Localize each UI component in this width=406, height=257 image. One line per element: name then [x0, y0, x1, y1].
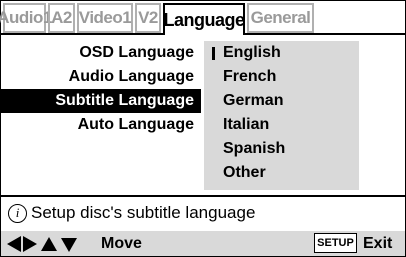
setting-labels: OSD Language Audio Language Subtitle Lan…: [1, 41, 201, 137]
tab-divider-left: [1, 33, 163, 35]
tab-a2[interactable]: A2: [48, 3, 75, 33]
setup-button[interactable]: SETUP: [314, 233, 357, 253]
option-english[interactable]: English: [204, 41, 359, 65]
option-label: English: [223, 44, 281, 61]
footer-bar: Move SETUP Exit: [1, 231, 405, 256]
osd-language-item[interactable]: OSD Language: [1, 41, 201, 65]
option-italian[interactable]: Italian: [204, 113, 359, 137]
option-german[interactable]: German: [204, 89, 359, 113]
info-icon: i: [8, 203, 27, 223]
help-text: Setup disc's subtitle language: [31, 203, 256, 222]
tab-v2[interactable]: V2: [135, 3, 161, 33]
left-arrow-icon: [7, 236, 21, 252]
tab-video1[interactable]: Video1: [77, 3, 133, 33]
option-label: German: [223, 92, 284, 109]
exit-label: Exit: [363, 235, 393, 252]
tab-language[interactable]: Language: [163, 3, 245, 35]
tab-bar: Audio1 A2 Video1 V2 Language General: [0, 3, 316, 35]
setup-menu-screen: Audio1 A2 Video1 V2 Language General OSD…: [0, 0, 406, 257]
auto-language-item[interactable]: Auto Language: [1, 113, 201, 137]
help-line: i Setup disc's subtitle language: [8, 199, 255, 227]
right-arrow-icon: [23, 236, 37, 252]
option-label: Spanish: [223, 140, 286, 157]
option-french[interactable]: French: [204, 65, 359, 89]
help-divider: [1, 195, 405, 197]
language-options-list: English French German Italian Spanish Ot…: [204, 41, 359, 190]
move-label: Move: [101, 235, 142, 252]
option-spanish[interactable]: Spanish: [204, 137, 359, 161]
option-other[interactable]: Other: [204, 161, 359, 185]
tab-general[interactable]: General: [247, 3, 314, 33]
audio-language-item[interactable]: Audio Language: [1, 65, 201, 89]
down-arrow-icon: [61, 238, 77, 252]
navigation-arrows-icon: [7, 236, 77, 252]
option-label: Other: [223, 164, 266, 181]
subtitle-language-item[interactable]: Subtitle Language: [1, 89, 201, 113]
option-label: French: [223, 68, 277, 85]
tab-audio1[interactable]: Audio1: [0, 3, 52, 33]
up-arrow-icon: [41, 237, 57, 251]
arrow-keys: [7, 235, 95, 253]
tab-divider-right: [245, 33, 405, 35]
option-label: Italian: [223, 116, 270, 133]
current-selection-marker-icon: [212, 47, 215, 60]
